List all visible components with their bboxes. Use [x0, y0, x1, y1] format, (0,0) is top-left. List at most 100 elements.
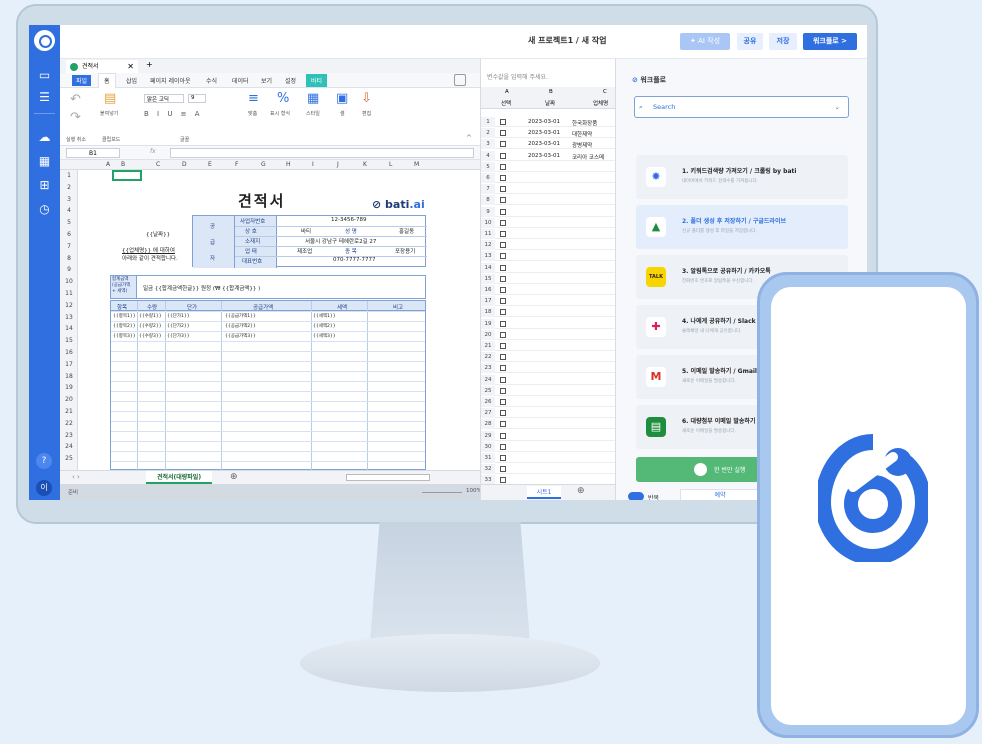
- row-checkbox[interactable]: [500, 253, 506, 260]
- data-row[interactable]: 22: [481, 352, 616, 363]
- row-header[interactable]: 23: [60, 432, 78, 439]
- row-checkbox[interactable]: [500, 331, 506, 338]
- data-row[interactable]: 4 2023-03-01 코리아 코스메: [481, 150, 616, 161]
- data-row[interactable]: 23: [481, 363, 616, 374]
- column-header-g[interactable]: G: [261, 161, 266, 168]
- data-date-cell[interactable]: 2023-03-01: [528, 119, 560, 125]
- data-row[interactable]: 14: [481, 262, 616, 273]
- row-header[interactable]: 2: [60, 184, 78, 191]
- row-header[interactable]: 4: [60, 207, 78, 214]
- document-icon[interactable]: ▭: [37, 69, 52, 82]
- tab-bati[interactable]: 바티: [306, 74, 328, 87]
- row-checkbox[interactable]: [500, 443, 506, 450]
- workflow-button[interactable]: 워크플로 >: [803, 33, 857, 50]
- add-sheet-icon[interactable]: ⊕: [577, 486, 585, 496]
- font-size-select[interactable]: 9: [188, 94, 206, 103]
- data-row[interactable]: 11: [481, 229, 616, 239]
- row-checkbox[interactable]: [500, 287, 506, 293]
- data-row[interactable]: 27: [481, 408, 616, 419]
- row-checkbox[interactable]: [500, 466, 506, 473]
- row-checkbox[interactable]: [500, 432, 506, 439]
- tab-formulas[interactable]: 수식: [206, 76, 217, 85]
- row-checkbox[interactable]: [500, 130, 506, 137]
- data-row[interactable]: 20: [481, 329, 616, 340]
- row-checkbox[interactable]: [500, 175, 506, 181]
- data-row[interactable]: 8: [481, 195, 616, 206]
- column-header-k[interactable]: K: [363, 161, 367, 168]
- tab-home[interactable]: 홈: [98, 73, 116, 88]
- horizontal-scrollbar[interactable]: [346, 474, 430, 481]
- save-button[interactable]: 저장: [769, 33, 797, 50]
- data-row[interactable]: 10: [481, 217, 616, 228]
- row-checkbox[interactable]: [500, 320, 506, 327]
- data-row[interactable]: 5: [481, 161, 616, 172]
- data-row[interactable]: 24: [481, 374, 616, 385]
- redo-icon[interactable]: ↷: [70, 110, 81, 125]
- row-header[interactable]: 15: [60, 337, 78, 344]
- row-header[interactable]: 22: [60, 420, 78, 427]
- list-icon[interactable]: ☰: [37, 91, 52, 104]
- data-row[interactable]: 30: [481, 441, 616, 452]
- row-header[interactable]: 21: [60, 408, 78, 415]
- add-sheet-icon[interactable]: ⊕: [230, 472, 238, 482]
- schedule-button[interactable]: 예약: [680, 489, 760, 500]
- data-company-cell[interactable]: 광병제약: [572, 141, 592, 149]
- data-company-cell[interactable]: 한국화장품: [572, 119, 597, 127]
- row-header[interactable]: 9: [60, 266, 78, 273]
- sheet-canvas[interactable]: 견적서 ⊘ bati.ai {{날짜}} {{업체명}} 에 대하여 아래와 같…: [78, 170, 480, 470]
- row-checkbox[interactable]: [500, 264, 506, 271]
- data-row[interactable]: 18: [481, 307, 616, 318]
- tab-settings[interactable]: 설정: [285, 76, 296, 85]
- row-header[interactable]: 7: [60, 243, 78, 250]
- cell-reference-box[interactable]: B1: [66, 148, 120, 158]
- style-icon[interactable]: ▦: [307, 91, 319, 106]
- sheet-nav-icon[interactable]: ‹ ›: [72, 473, 80, 481]
- row-header[interactable]: 6: [60, 231, 78, 238]
- row-checkbox[interactable]: [500, 152, 506, 159]
- data-row[interactable]: 9: [481, 206, 616, 217]
- row-header[interactable]: 18: [60, 373, 78, 380]
- repeat-toggle[interactable]: [628, 492, 644, 500]
- tab-view[interactable]: 보기: [261, 76, 272, 85]
- column-header-i[interactable]: I: [312, 161, 314, 168]
- data-row[interactable]: 1 2023-03-01 한국화장품: [481, 117, 616, 127]
- row-header[interactable]: 5: [60, 219, 78, 226]
- data-row[interactable]: 32: [481, 464, 616, 475]
- column-header-b[interactable]: B: [121, 161, 125, 168]
- data-row[interactable]: 19: [481, 318, 616, 329]
- bati-logo-icon[interactable]: [34, 30, 55, 51]
- column-header-a[interactable]: A: [106, 161, 110, 168]
- row-checkbox[interactable]: [500, 242, 506, 249]
- data-company-cell[interactable]: 대한제약: [572, 130, 592, 138]
- data-row[interactable]: 3 2023-03-01 광병제약: [481, 139, 616, 150]
- row-checkbox[interactable]: [500, 376, 506, 383]
- grid-apps-icon[interactable]: ⊞: [37, 179, 52, 192]
- row-header[interactable]: 11: [60, 290, 78, 297]
- row-header[interactable]: 25: [60, 455, 78, 462]
- row-header[interactable]: 1: [60, 172, 78, 179]
- data-row[interactable]: 25: [481, 385, 616, 396]
- print-icon[interactable]: [454, 74, 466, 86]
- workflow-card-1[interactable]: ✸ 1. 키워드검색량 가져오기 / 크롤링 by bati 네이버에서 키워드 검…: [636, 155, 848, 199]
- font-name-select[interactable]: 맑은 고딕: [144, 94, 184, 103]
- data-row[interactable]: 7: [481, 184, 616, 195]
- row-header[interactable]: 10: [60, 278, 78, 285]
- row-checkbox[interactable]: [500, 275, 506, 282]
- data-company-cell[interactable]: 코리아 코스메: [572, 153, 604, 161]
- row-checkbox[interactable]: [500, 387, 506, 394]
- paste-icon[interactable]: ▤: [104, 91, 116, 106]
- data-row[interactable]: 26: [481, 397, 616, 407]
- zoom-slider[interactable]: [422, 492, 462, 493]
- row-checkbox[interactable]: [500, 298, 506, 305]
- sheet-tab-active[interactable]: 견적서(대량파일): [146, 471, 212, 484]
- data-date-cell[interactable]: 2023-03-01: [528, 153, 560, 159]
- ai-write-button[interactable]: ✦ AI 작성: [680, 33, 730, 50]
- data-row[interactable]: 2 2023-03-01 대한제약: [481, 128, 616, 139]
- column-header-m[interactable]: M: [414, 161, 419, 168]
- cells-icon[interactable]: ▣: [336, 91, 348, 106]
- edit-icon[interactable]: ⇩: [361, 91, 372, 106]
- column-header-c[interactable]: C: [156, 161, 160, 168]
- close-icon[interactable]: ✕: [127, 60, 134, 73]
- workflow-card-2[interactable]: ▲ 2. 폴더 생성 후 저장하기 / 구글드라이브 신규 폴더를 생성 후 파일을…: [636, 205, 848, 249]
- row-checkbox[interactable]: [500, 309, 506, 316]
